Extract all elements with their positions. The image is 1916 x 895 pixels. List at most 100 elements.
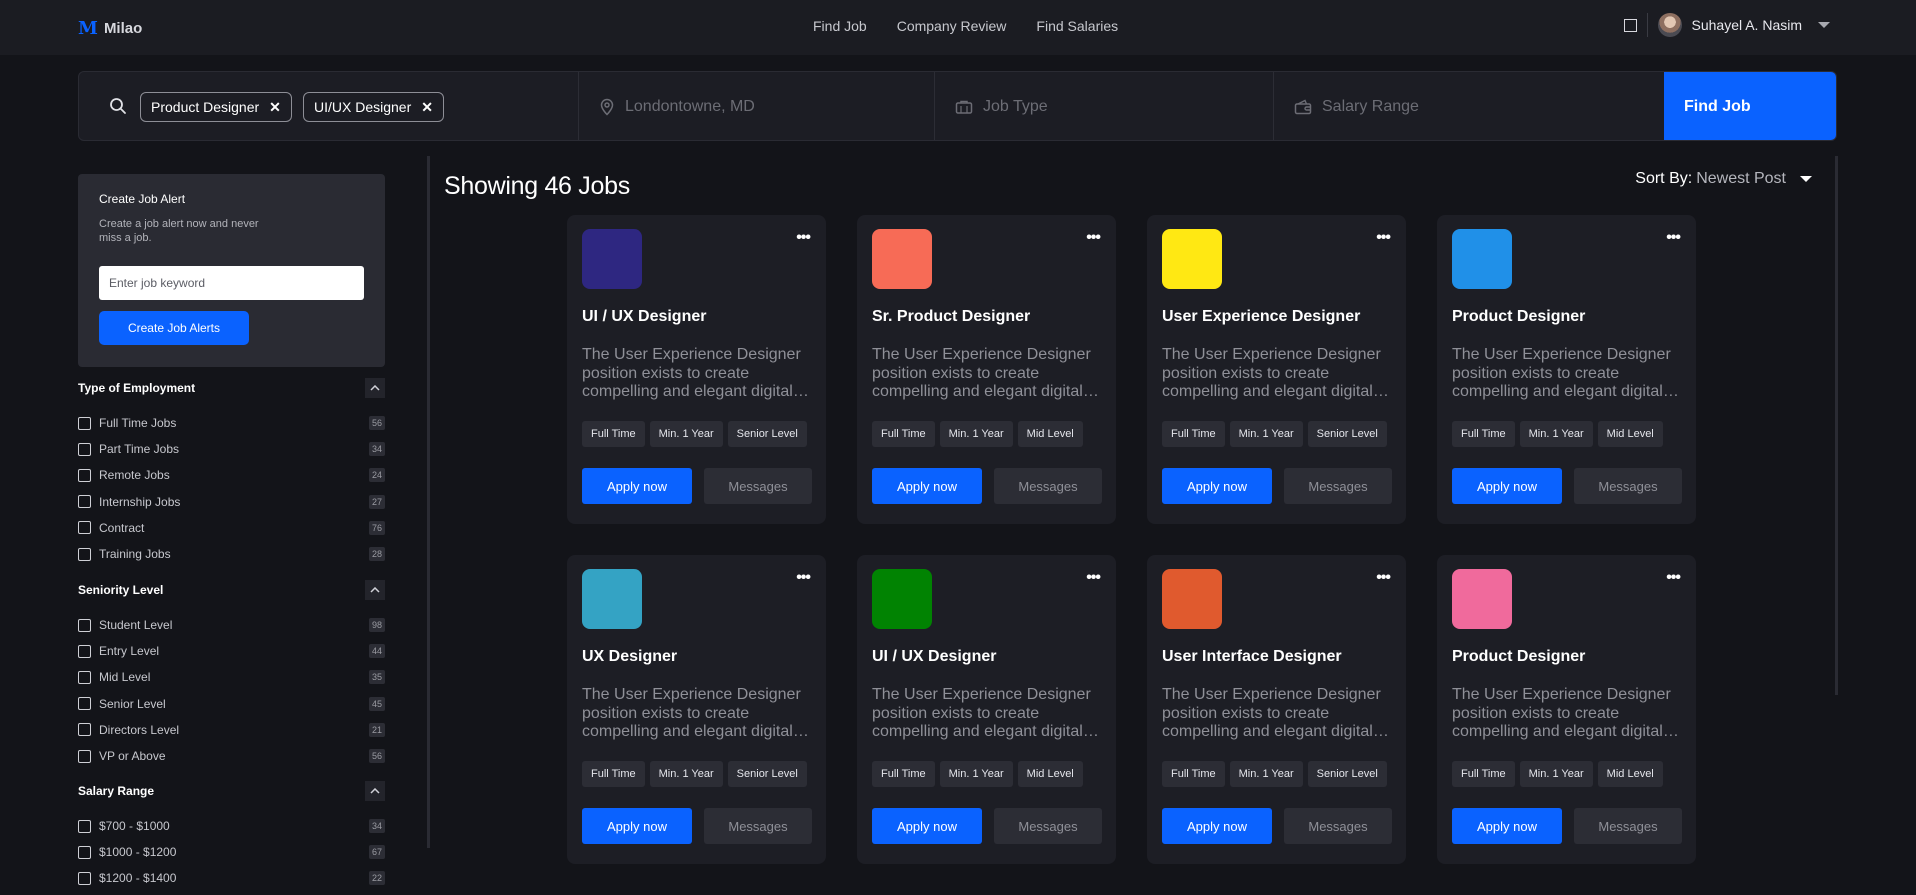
apply-now-button[interactable]: Apply now (1162, 468, 1272, 504)
checkbox[interactable] (78, 749, 91, 763)
filter-option[interactable]: Full Time Jobs 56 (78, 410, 385, 436)
job-keyword-input[interactable] (99, 266, 364, 300)
more-options-icon[interactable]: ••• (1376, 229, 1391, 247)
messages-button[interactable]: Messages (1284, 808, 1392, 844)
checkbox[interactable] (78, 845, 91, 859)
keyword-chip[interactable]: Product Designer ✕ (140, 92, 292, 122)
more-options-icon[interactable]: ••• (1086, 569, 1101, 587)
filter-option[interactable]: VP or Above 56 (78, 743, 385, 769)
job-title[interactable]: Product Designer (1452, 308, 1585, 326)
apply-now-button[interactable]: Apply now (582, 808, 692, 844)
messages-button[interactable]: Messages (1574, 808, 1682, 844)
apply-now-button[interactable]: Apply now (872, 808, 982, 844)
messages-button[interactable]: Messages (994, 468, 1102, 504)
square-icon[interactable] (1623, 18, 1637, 32)
messages-button[interactable]: Messages (1574, 468, 1682, 504)
filter-option[interactable]: Mid Level 35 (78, 664, 385, 690)
job-title[interactable]: UI / UX Designer (872, 648, 996, 666)
filter-option[interactable]: Part Time Jobs 34 (78, 436, 385, 462)
close-icon[interactable]: ✕ (269, 99, 281, 116)
checkbox[interactable] (78, 547, 91, 561)
checkbox[interactable] (78, 670, 91, 684)
job-type-select[interactable] (983, 98, 1183, 116)
checkbox[interactable] (78, 819, 91, 833)
job-title[interactable]: Product Designer (1452, 648, 1585, 666)
job-card[interactable]: ••• UI / UX Designer The User Experience… (567, 215, 826, 524)
job-title[interactable]: User Interface Designer (1162, 648, 1342, 666)
checkbox[interactable] (78, 468, 91, 482)
user-name[interactable]: Suhayel A. Nasim (1692, 17, 1803, 33)
apply-now-button[interactable]: Apply now (1452, 808, 1562, 844)
filter-option[interactable]: $1200 - $1400 22 (78, 865, 385, 891)
messages-button[interactable]: Messages (704, 808, 812, 844)
job-card[interactable]: ••• Sr. Product Designer The User Experi… (857, 215, 1116, 524)
nav-link-find-job[interactable]: Find Job (813, 18, 867, 34)
checkbox[interactable] (78, 495, 91, 509)
job-title[interactable]: User Experience Designer (1162, 308, 1360, 326)
chevron-down-icon[interactable] (1800, 176, 1812, 182)
apply-now-button[interactable]: Apply now (872, 468, 982, 504)
chevron-down-icon[interactable] (1818, 22, 1830, 28)
job-title[interactable]: UI / UX Designer (582, 308, 706, 326)
more-options-icon[interactable]: ••• (1086, 229, 1101, 247)
job-card[interactable]: ••• Product Designer The User Experience… (1437, 555, 1696, 864)
brand-logo[interactable]: M Milao (78, 18, 142, 39)
scrollbar-left[interactable] (427, 156, 430, 848)
filter-option[interactable]: Entry Level 44 (78, 638, 385, 664)
avatar[interactable] (1657, 13, 1682, 37)
checkbox[interactable] (78, 871, 91, 885)
checkbox[interactable] (78, 442, 91, 456)
filter-option[interactable]: Directors Level 21 (78, 717, 385, 743)
messages-button[interactable]: Messages (994, 808, 1102, 844)
keyword-field[interactable]: Product Designer ✕ UI/UX Designer ✕ (79, 72, 579, 140)
find-job-button[interactable]: Find Job (1664, 72, 1836, 140)
filter-option[interactable]: Contract 76 (78, 515, 385, 541)
checkbox[interactable] (78, 618, 91, 632)
company-logo (1162, 229, 1222, 289)
checkbox[interactable] (78, 521, 91, 535)
nav-link-find-salaries[interactable]: Find Salaries (1036, 18, 1118, 34)
checkbox[interactable] (78, 644, 91, 658)
messages-button[interactable]: Messages (704, 468, 812, 504)
sort-dropdown[interactable]: Sort By: Newest Post (1635, 170, 1812, 188)
nav-link-company-review[interactable]: Company Review (897, 18, 1007, 34)
job-card[interactable]: ••• User Experience Designer The User Ex… (1147, 215, 1406, 524)
filter-option[interactable]: Senior Level 45 (78, 691, 385, 717)
filter-header: Type of Employment (78, 378, 385, 398)
create-job-alerts-button[interactable]: Create Job Alerts (99, 311, 249, 345)
filter-option[interactable]: $700 - $1000 34 (78, 813, 385, 839)
job-tag: Full Time (1162, 761, 1225, 787)
salary-range-select[interactable] (1322, 98, 1522, 116)
scrollbar-right[interactable] (1835, 156, 1838, 695)
filter-option[interactable]: Remote Jobs 24 (78, 462, 385, 488)
checkbox[interactable] (78, 416, 91, 430)
filter-option[interactable]: Training Jobs 28 (78, 541, 385, 567)
job-card[interactable]: ••• Product Designer The User Experience… (1437, 215, 1696, 524)
apply-now-button[interactable]: Apply now (1162, 808, 1272, 844)
keyword-chip[interactable]: UI/UX Designer ✕ (303, 92, 444, 122)
job-card[interactable]: ••• UI / UX Designer The User Experience… (857, 555, 1116, 864)
chevron-up-icon[interactable] (365, 580, 385, 600)
job-title[interactable]: UX Designer (582, 648, 677, 666)
more-options-icon[interactable]: ••• (796, 569, 811, 587)
filter-option[interactable]: Internship Jobs 27 (78, 489, 385, 515)
chevron-up-icon[interactable] (365, 781, 385, 801)
close-icon[interactable]: ✕ (421, 99, 433, 116)
messages-button[interactable]: Messages (1284, 468, 1392, 504)
more-options-icon[interactable]: ••• (1666, 569, 1681, 587)
location-input[interactable] (625, 98, 825, 116)
checkbox[interactable] (78, 723, 91, 737)
apply-now-button[interactable]: Apply now (582, 468, 692, 504)
checkbox[interactable] (78, 697, 91, 711)
apply-now-button[interactable]: Apply now (1452, 468, 1562, 504)
chevron-up-icon[interactable] (365, 378, 385, 398)
more-options-icon[interactable]: ••• (1666, 229, 1681, 247)
filter-option[interactable]: $1000 - $1200 67 (78, 839, 385, 865)
filter-option[interactable]: Student Level 98 (78, 612, 385, 638)
more-options-icon[interactable]: ••• (1376, 569, 1391, 587)
job-card[interactable]: ••• User Interface Designer The User Exp… (1147, 555, 1406, 864)
job-title[interactable]: Sr. Product Designer (872, 308, 1030, 326)
filter-option-count: 45 (368, 696, 385, 711)
job-card[interactable]: ••• UX Designer The User Experience Desi… (567, 555, 826, 864)
more-options-icon[interactable]: ••• (796, 229, 811, 247)
